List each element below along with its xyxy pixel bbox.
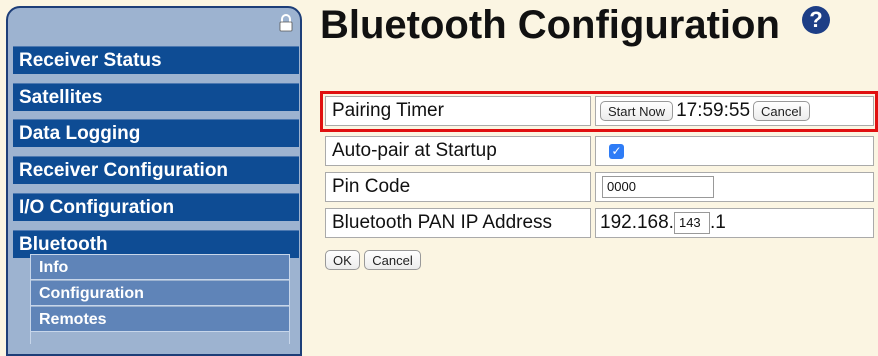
pairing-timer-value: Start Now 17:59:55 Cancel: [595, 96, 874, 126]
auto-pair-checkbox[interactable]: ✓: [609, 144, 624, 159]
pan-ip-suffix: .1: [709, 212, 726, 233]
pin-code-value: 0000: [595, 172, 874, 202]
start-now-button[interactable]: Start Now: [600, 101, 674, 121]
subnav-remotes[interactable]: Remotes: [31, 307, 289, 332]
pairing-timer-time: 17:59:55: [676, 100, 751, 121]
nav-io-configuration[interactable]: I/O Configuration: [13, 193, 299, 221]
ok-button[interactable]: OK: [325, 250, 360, 270]
row-auto-pair: Auto-pair at Startup ✓: [325, 136, 874, 166]
form-buttons: OK Cancel: [325, 250, 421, 270]
pan-ip-label: Bluetooth PAN IP Address: [325, 208, 591, 238]
subnav-configuration[interactable]: Configuration: [31, 281, 289, 306]
cancel-button[interactable]: Cancel: [364, 250, 421, 270]
nav-receiver-configuration[interactable]: Receiver Configuration: [13, 156, 299, 184]
pin-code-label: Pin Code: [325, 172, 591, 202]
help-icon[interactable]: ?: [802, 6, 830, 34]
pan-ip-octet-input[interactable]: 143: [673, 211, 710, 234]
row-pan-ip: Bluetooth PAN IP Address 192.168. 143.1: [325, 208, 874, 238]
page-title: Bluetooth Configuration: [320, 3, 780, 47]
pan-ip-prefix: 192.168.: [600, 212, 674, 233]
nav-data-logging[interactable]: Data Logging: [13, 119, 299, 147]
pairing-timer-label: Pairing Timer: [325, 96, 591, 126]
pan-ip-value: 192.168. 143.1: [595, 208, 874, 238]
subnav-info[interactable]: Info: [31, 255, 289, 280]
bluetooth-submenu: Info Configuration Remotes: [30, 254, 290, 344]
row-pin-code: Pin Code 0000: [325, 172, 874, 202]
nav-receiver-status[interactable]: Receiver Status: [13, 46, 299, 74]
nav-satellites[interactable]: Satellites: [13, 83, 299, 111]
timer-cancel-button[interactable]: Cancel: [753, 101, 810, 121]
auto-pair-label: Auto-pair at Startup: [325, 136, 591, 166]
lock-icon[interactable]: [278, 14, 294, 32]
auto-pair-value: ✓: [595, 136, 874, 166]
row-pairing-timer: Pairing Timer Start Now 17:59:55 Cancel: [325, 96, 874, 126]
pin-code-input[interactable]: 0000: [602, 175, 714, 198]
